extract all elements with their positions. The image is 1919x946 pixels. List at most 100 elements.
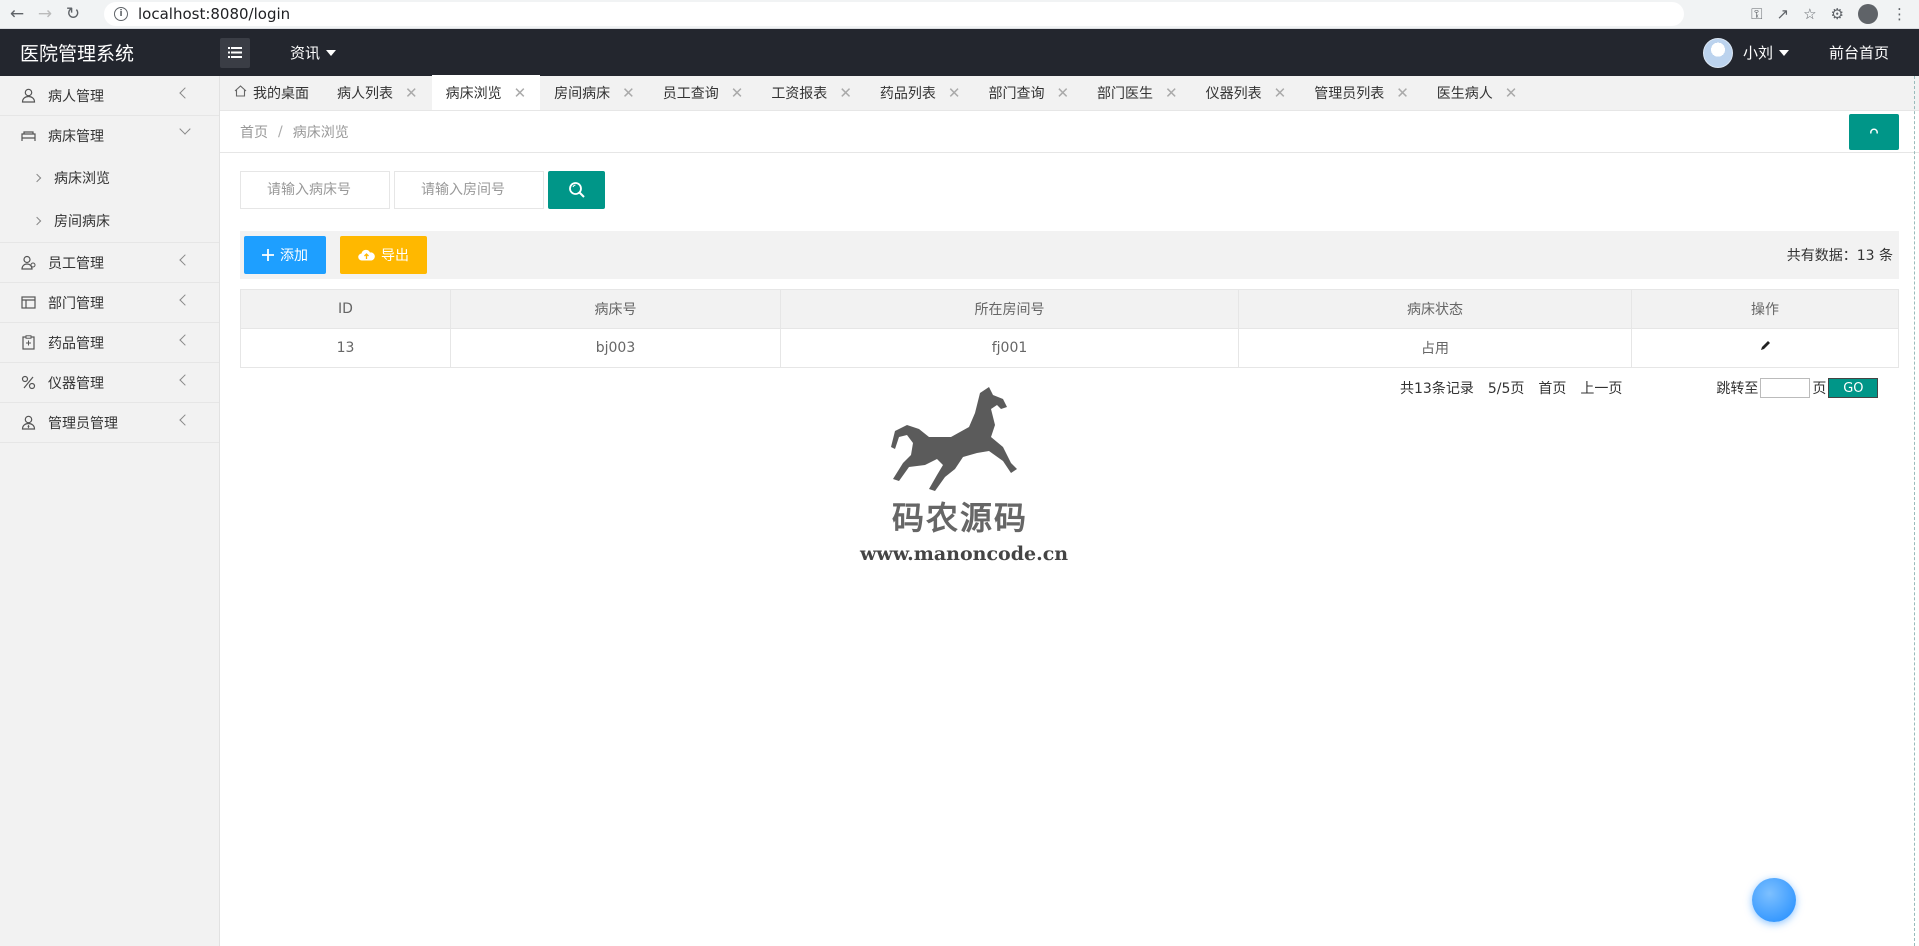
cell-bed-number: bj003	[450, 328, 781, 368]
close-icon[interactable]: ✕	[514, 84, 527, 102]
search-button[interactable]	[548, 171, 605, 209]
sidebar-item-beds[interactable]: 病床管理	[0, 116, 219, 156]
breadcrumb: 首页 / 病床浏览	[220, 111, 1919, 153]
chevron-right-icon	[32, 216, 42, 225]
table-row: 13 bj003 fj001 占用	[240, 328, 1899, 368]
medicine-icon	[20, 335, 36, 351]
tab-doctor-patients[interactable]: 医生病人 ✕	[1423, 75, 1532, 110]
sidebar-item-staff[interactable]: 员工管理	[0, 243, 219, 283]
close-icon[interactable]: ✕	[1274, 84, 1287, 102]
pager-page-info: 5/5页	[1487, 381, 1525, 397]
pager-prev-link[interactable]: 上一页	[1580, 378, 1622, 398]
star-icon[interactable]: ☆	[1803, 5, 1816, 23]
instrument-icon	[20, 375, 36, 391]
breadcrumb-home[interactable]: 首页	[240, 122, 268, 142]
edit-icon[interactable]	[1759, 340, 1771, 352]
close-icon[interactable]: ✕	[1056, 84, 1069, 102]
close-icon[interactable]: ✕	[1165, 84, 1178, 102]
sidebar-item-medicine[interactable]: 药品管理	[0, 323, 219, 363]
tab-department-doctors[interactable]: 部门医生 ✕	[1083, 75, 1192, 110]
sidebar-item-label: 管理员管理	[48, 415, 118, 432]
sidebar-group-beds: 病床管理 病床浏览 房间病床	[0, 116, 219, 243]
sidebar-item-departments[interactable]: 部门管理	[0, 283, 219, 323]
menu-icon	[228, 47, 242, 58]
bed-number-input[interactable]	[240, 171, 390, 209]
tab-patient-list[interactable]: 病人列表 ✕	[323, 75, 432, 110]
menu-toggle-button[interactable]	[220, 37, 250, 68]
pager-go-button[interactable]: GO	[1828, 378, 1879, 398]
sidebar-subitem-label: 病床浏览	[54, 170, 110, 187]
tab-my-desktop[interactable]: 我的桌面	[220, 75, 323, 110]
chevron-right-icon	[32, 173, 42, 182]
refresh-icon	[1870, 128, 1878, 134]
caret-down-icon	[1778, 49, 1789, 56]
share-icon[interactable]: ↗	[1777, 5, 1790, 23]
add-button[interactable]: 添加	[244, 236, 326, 274]
close-icon[interactable]: ✕	[948, 84, 961, 102]
address-bar[interactable]: i localhost:8080/login	[104, 2, 1684, 26]
sidebar-item-instruments[interactable]: 仪器管理	[0, 363, 219, 403]
column-header-bed-status: 病床状态	[1238, 289, 1632, 329]
front-home-link[interactable]: 前台首页	[1829, 42, 1889, 63]
watermark: 码农源码 www.manoncode.cn	[860, 385, 1068, 565]
reload-icon[interactable]: ↻	[62, 3, 84, 25]
site-info-icon[interactable]: i	[114, 7, 128, 21]
close-icon[interactable]: ✕	[731, 84, 744, 102]
column-header-id: ID	[240, 289, 451, 329]
sidebar-item-patients[interactable]: 病人管理	[0, 76, 219, 116]
chevron-down-icon	[179, 123, 191, 135]
sidebar-item-admins[interactable]: 管理员管理	[0, 403, 219, 443]
tab-medicine-list[interactable]: 药品列表 ✕	[866, 75, 975, 110]
cell-bed-status: 占用	[1238, 328, 1632, 368]
page-edge-divider	[1914, 76, 1916, 946]
back-icon[interactable]: ←	[6, 3, 28, 25]
sidebar-item-label: 部门管理	[48, 295, 104, 312]
pager-first-link[interactable]: 首页	[1538, 378, 1566, 398]
tab-department-query[interactable]: 部门查询 ✕	[974, 75, 1083, 110]
floating-assistant-button[interactable]	[1752, 878, 1796, 922]
tab-staff-query[interactable]: 员工查询 ✕	[649, 75, 758, 110]
tab-label: 我的桌面	[253, 85, 309, 102]
tab-room-beds[interactable]: 房间病床 ✕	[540, 75, 649, 110]
total-count: 共有数据：13 条	[1786, 248, 1893, 264]
sidebar-item-label: 药品管理	[48, 335, 104, 352]
more-menu-icon[interactable]: ⋮	[1892, 5, 1907, 23]
profile-icon[interactable]	[1858, 4, 1878, 24]
tab-bed-browse[interactable]: 病床浏览 ✕	[431, 75, 541, 110]
plus-icon	[262, 249, 274, 261]
user-menu[interactable]: 小刘	[1743, 42, 1789, 63]
news-menu[interactable]: 资讯	[290, 42, 337, 63]
close-icon[interactable]: ✕	[405, 84, 418, 102]
refresh-button[interactable]	[1849, 114, 1899, 150]
close-icon[interactable]: ✕	[1505, 84, 1518, 102]
table-header-row: ID 病床号 所在房间号 病床状态 操作	[240, 289, 1899, 329]
avatar[interactable]	[1702, 37, 1733, 68]
tab-label: 员工查询	[662, 85, 719, 102]
breadcrumb-separator: /	[278, 123, 283, 140]
sidebar-subitem-room-beds[interactable]: 房间病床	[0, 199, 219, 242]
tab-admin-list[interactable]: 管理员列表 ✕	[1300, 75, 1423, 110]
forward-icon[interactable]: →	[34, 3, 56, 25]
chevron-left-icon	[179, 414, 191, 426]
key-icon[interactable]: ⚿	[1751, 5, 1762, 23]
chevron-left-icon	[179, 254, 191, 266]
cloud-upload-icon	[358, 249, 375, 261]
bed-icon	[20, 128, 36, 144]
close-icon[interactable]: ✕	[622, 84, 635, 102]
tab-salary-report[interactable]: 工资报表 ✕	[757, 75, 866, 110]
pager-records: 共13条记录	[1400, 381, 1474, 397]
pager-jump-input[interactable]	[1760, 378, 1811, 398]
tab-label: 病床浏览	[445, 85, 502, 102]
export-button[interactable]: 导出	[340, 236, 427, 274]
table-toolbar: 添加 导出 共有数据：13 条	[240, 231, 1899, 279]
tab-instrument-list[interactable]: 仪器列表 ✕	[1192, 75, 1301, 110]
pagination: 共13条记录 5/5页 首页 上一页 跳转至 页 GO	[1400, 378, 1879, 398]
export-button-label: 导出	[381, 248, 409, 264]
extensions-icon[interactable]: ⚙	[1831, 5, 1844, 23]
room-number-input[interactable]	[394, 171, 544, 209]
column-header-bed-number: 病床号	[450, 289, 781, 329]
cell-room-number: fj001	[780, 328, 1239, 368]
sidebar-subitem-bed-browse[interactable]: 病床浏览	[0, 156, 219, 199]
close-icon[interactable]: ✕	[839, 84, 852, 102]
close-icon[interactable]: ✕	[1396, 84, 1409, 102]
